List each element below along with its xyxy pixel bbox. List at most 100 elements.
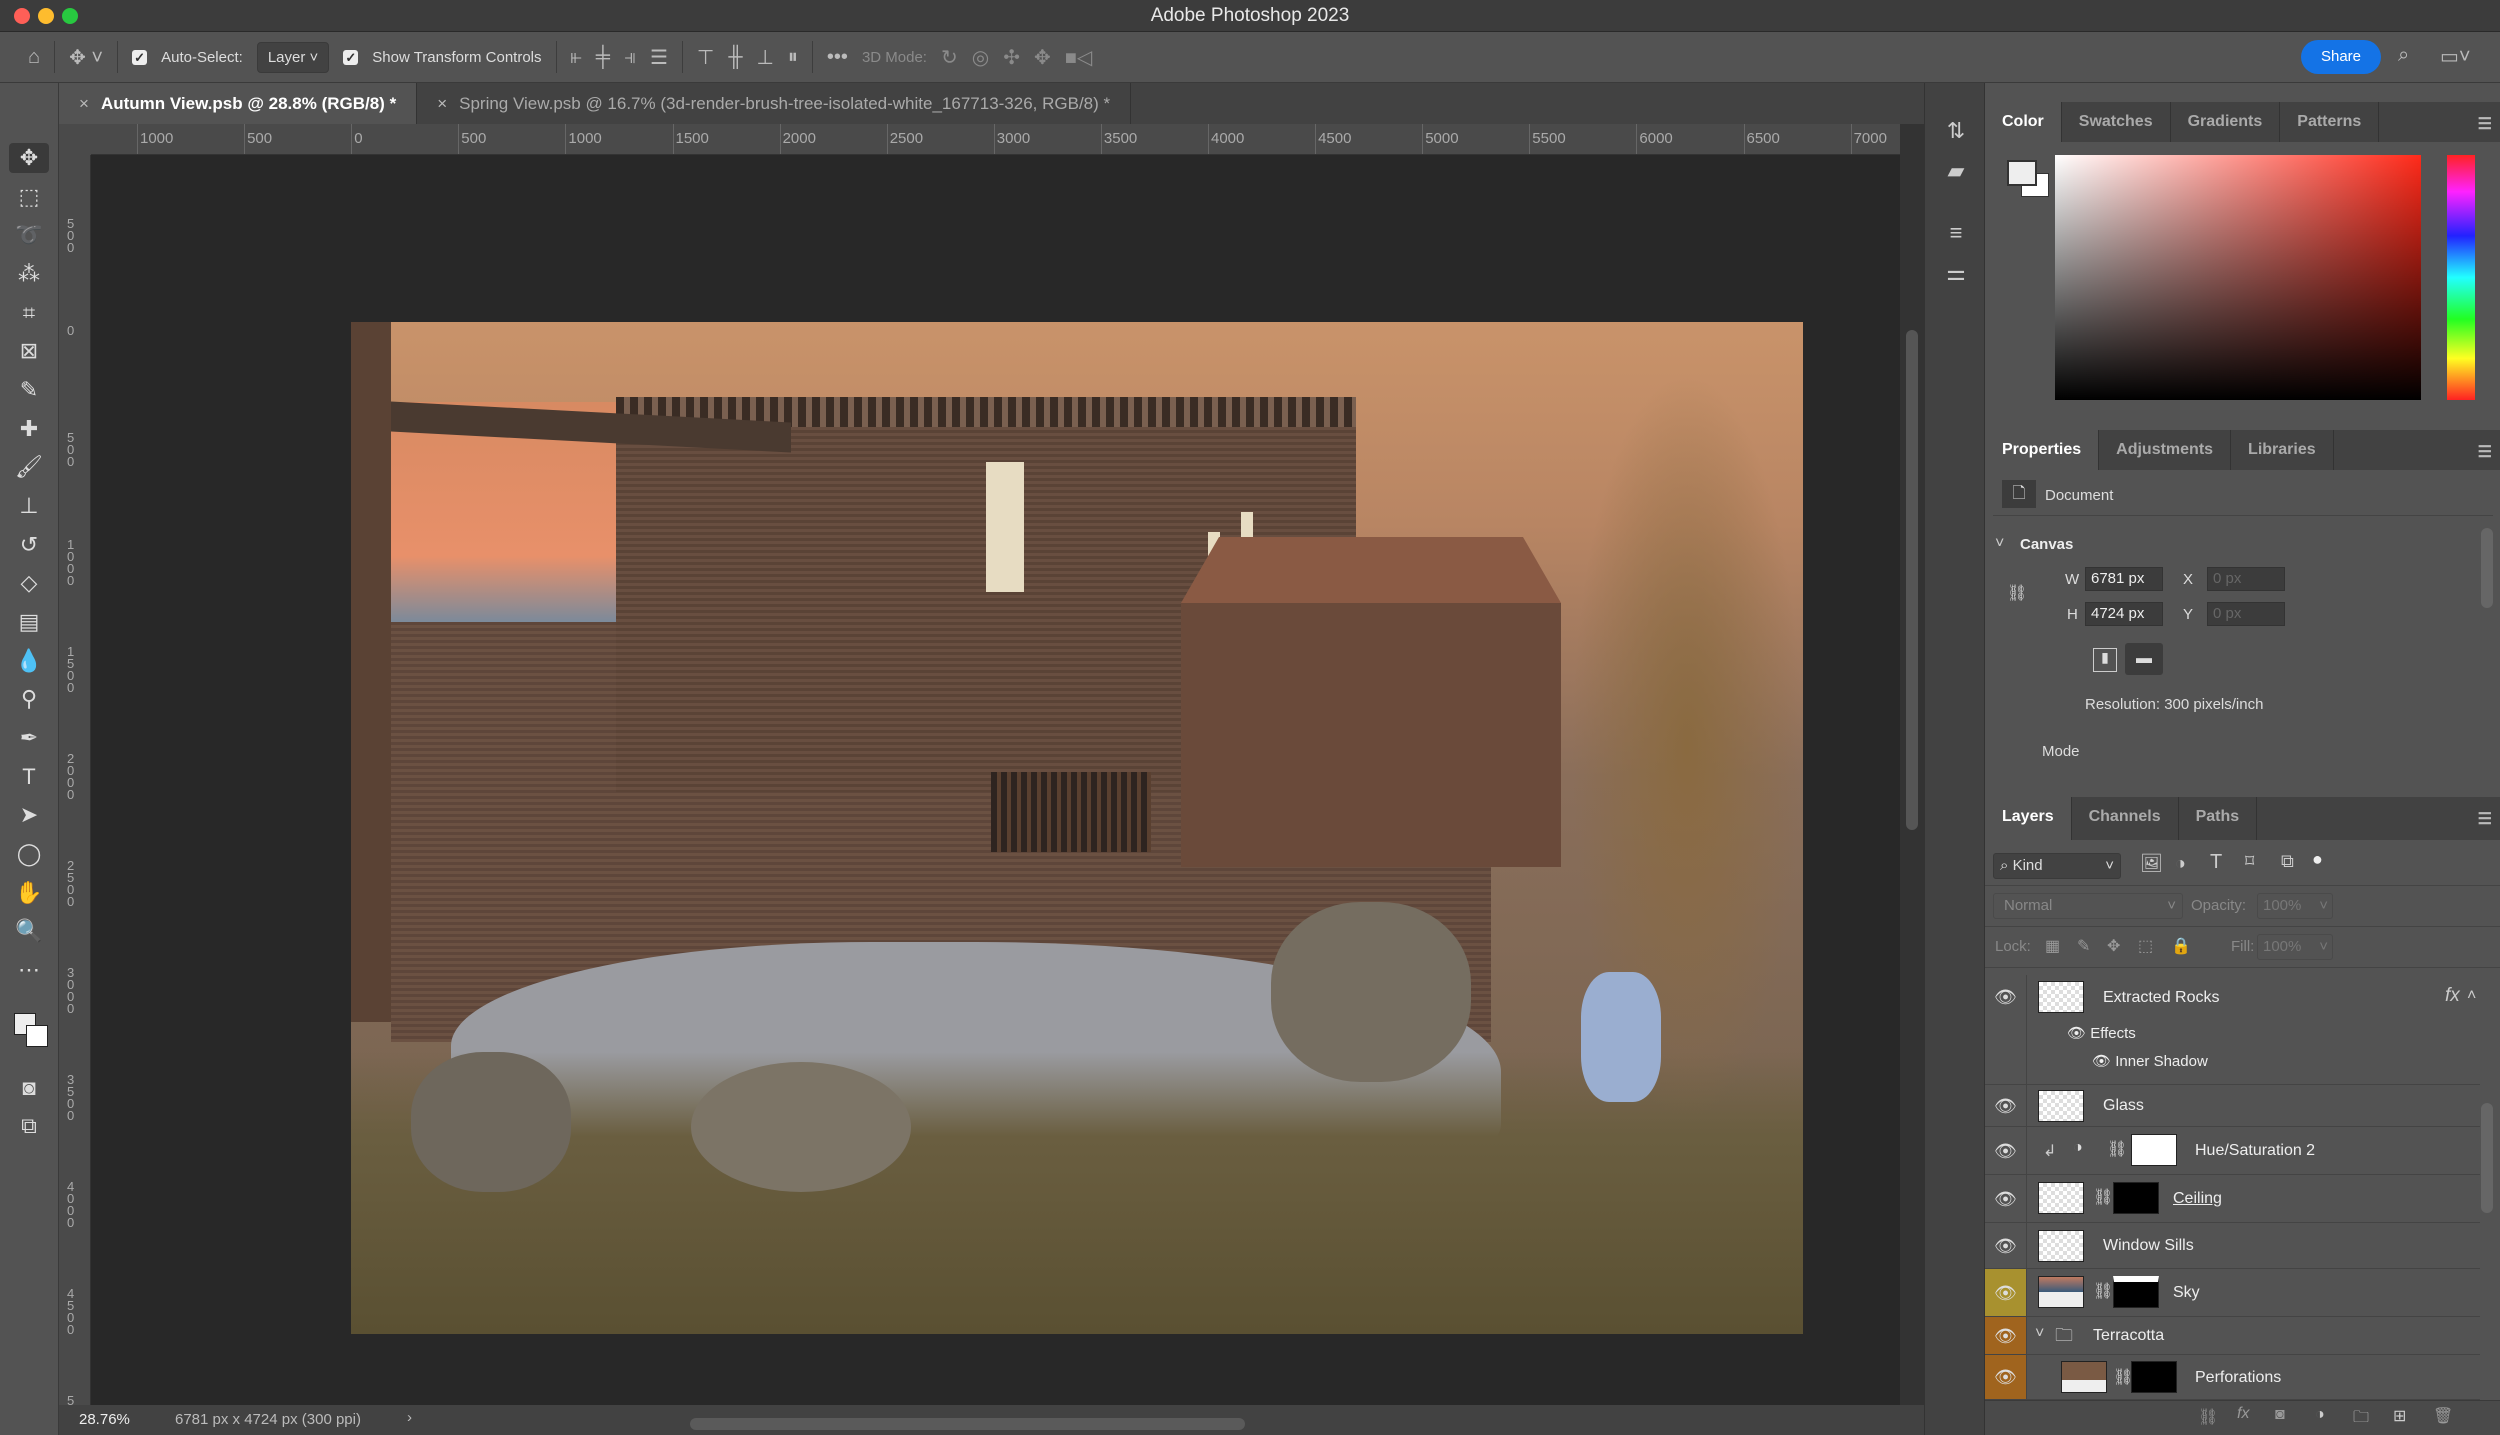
move-tool-icon[interactable]: ✥ ˅	[69, 45, 103, 70]
auto-select-dropdown[interactable]: Layer ˅	[256, 41, 330, 73]
filter-smart-object-icon[interactable]: ⧉	[2281, 851, 2294, 872]
background-color-swatch[interactable]	[26, 1025, 48, 1047]
x-field[interactable]: 0 px	[2207, 567, 2285, 591]
tab-gradients[interactable]: Gradients	[2171, 102, 2281, 142]
effects-row[interactable]: 👁 Effects	[2067, 1024, 2136, 1042]
close-window-button[interactable]	[14, 8, 30, 24]
lock-all-icon[interactable]: 🔒	[2171, 936, 2191, 956]
minimize-window-button[interactable]	[38, 8, 54, 24]
lock-transparency-icon[interactable]: ▦	[2045, 936, 2060, 956]
filter-adjustment-icon[interactable]: ◑	[2175, 853, 2186, 874]
visibility-eye-icon[interactable]: 👁	[1985, 1223, 2027, 1268]
collapse-effects-icon[interactable]: ˄	[2467, 987, 2476, 1005]
share-button[interactable]: Share	[2301, 40, 2381, 74]
layers-scrollbar[interactable]	[2481, 1103, 2493, 1213]
healing-brush-icon[interactable]: ✚	[14, 414, 44, 444]
tab-channels[interactable]: Channels	[2072, 797, 2179, 840]
fx-icon[interactable]: fx	[2445, 985, 2460, 1007]
filter-shape-icon[interactable]: ⌑	[2245, 851, 2254, 872]
visibility-eye-icon[interactable]: 👁	[1985, 1317, 2027, 1354]
zoom-tool-icon[interactable]: 🔍	[14, 916, 44, 946]
3d-pan-icon[interactable]: ✣	[1003, 45, 1020, 70]
color-field[interactable]	[2055, 155, 2421, 400]
stamp-tool-icon[interactable]: ⊥	[14, 491, 44, 521]
layer-ceiling[interactable]: 👁 ⛓ Ceiling	[1985, 1175, 2480, 1223]
new-group-icon[interactable]: 🗀	[2353, 1406, 2369, 1433]
lock-pixels-icon[interactable]: ✎	[2077, 936, 2090, 956]
horizontal-scroll-thumb[interactable]	[690, 1418, 1245, 1430]
panel-menu-icon[interactable]: ☰	[2478, 442, 2492, 462]
inner-shadow-effect[interactable]: 👁 Inner Shadow	[2092, 1052, 2208, 1070]
maximize-window-button[interactable]	[62, 8, 78, 24]
tab-spring-view[interactable]: × Spring View.psb @ 16.7% (3d-render-brus…	[417, 83, 1132, 124]
marquee-tool-icon[interactable]: ⬚	[14, 182, 44, 212]
home-icon[interactable]: ⌂	[28, 46, 40, 69]
align-right-icon[interactable]: ⫣	[624, 46, 636, 69]
layer-group-terracotta[interactable]: 👁 ˅ 🗀 Terracotta	[1985, 1317, 2480, 1355]
tab-autumn-view[interactable]: × Autumn View.psb @ 28.8% (RGB/8) *	[59, 83, 418, 124]
layer-hue-saturation-2[interactable]: 👁 ↲ ◑ ⛓ Hue/Saturation 2	[1985, 1127, 2480, 1175]
hand-tool-icon[interactable]: ✋	[14, 878, 44, 908]
adjust-icon[interactable]: ⚌	[1941, 260, 1971, 290]
add-mask-icon[interactable]: ◙	[2275, 1406, 2285, 1424]
search-icon[interactable]: ⌕	[2398, 44, 2409, 67]
brush-tool-icon[interactable]: 🖌	[14, 452, 44, 482]
panel-menu-icon[interactable]: ☰	[2478, 809, 2492, 829]
visibility-eye-icon[interactable]: 👁	[1985, 1127, 2027, 1174]
tab-patterns[interactable]: Patterns	[2280, 102, 2380, 142]
filter-type-icon[interactable]: T	[2210, 851, 2222, 874]
layer-extracted-rocks[interactable]: 👁 Extracted Rocks fx ˄ 👁 Effects 👁 Inner…	[1985, 975, 2480, 1085]
chevron-down-icon[interactable]: ˅	[1995, 535, 2004, 553]
3d-camera-icon[interactable]: ■◁	[1065, 45, 1092, 70]
foreground-color-swatch[interactable]	[2007, 160, 2037, 186]
close-tab-icon[interactable]: ×	[79, 94, 89, 113]
comments-icon[interactable]: ▰	[1941, 158, 1971, 188]
eyedropper-icon[interactable]: ✎	[14, 375, 44, 405]
auto-select-checkbox[interactable]: ✓	[132, 49, 148, 65]
type-tool-icon[interactable]: T	[14, 762, 44, 792]
3d-rotate-icon[interactable]: ↻	[941, 45, 958, 70]
show-transform-checkbox[interactable]: ✓	[343, 49, 359, 65]
dodge-tool-icon[interactable]: ⚲	[14, 684, 44, 714]
layer-window-sills[interactable]: 👁 Window Sills	[1985, 1223, 2480, 1269]
align-middle-icon[interactable]: ╫	[728, 46, 742, 69]
new-layer-icon[interactable]: ⊞	[2393, 1406, 2406, 1426]
distribute-vertical-icon[interactable]: ⏸	[788, 46, 798, 69]
align-bottom-icon[interactable]: ⊥	[757, 45, 774, 70]
tab-libraries[interactable]: Libraries	[2231, 430, 2334, 470]
tab-properties[interactable]: Properties	[1985, 430, 2100, 470]
history-brush-icon[interactable]: ↺	[14, 530, 44, 560]
visibility-eye-icon[interactable]: 👁	[1985, 1175, 2027, 1222]
vertical-scroll-thumb[interactable]	[1906, 330, 1918, 830]
visibility-eye-icon[interactable]: 👁	[1985, 1355, 2027, 1399]
mask-link-icon[interactable]: ⛓	[2093, 1281, 2113, 1301]
move-tool-icon[interactable]: ✥	[9, 143, 49, 173]
filter-toggle-icon[interactable]: ●	[2312, 849, 2323, 870]
link-layers-icon[interactable]: ⛓	[2198, 1407, 2218, 1427]
visibility-eye-icon[interactable]: 👁	[1985, 1085, 2027, 1126]
history-icon[interactable]: ⇅	[1941, 118, 1971, 148]
layer-glass[interactable]: 👁 Glass	[1985, 1085, 2480, 1127]
quick-mask-icon[interactable]: ◙	[14, 1073, 44, 1103]
align-center-icon[interactable]: ╪	[596, 46, 610, 69]
align-left-icon[interactable]: ⫦	[571, 46, 582, 69]
eraser-icon[interactable]: ◇	[14, 568, 44, 598]
lasso-tool-icon[interactable]: ➰	[14, 220, 44, 250]
layer-filter-dropdown[interactable]: ⌕ Kind ˅	[1993, 853, 2121, 879]
layer-perforations[interactable]: 👁 ⛓ Perforations	[1985, 1355, 2480, 1400]
document-image[interactable]	[351, 322, 1803, 1334]
layer-sky[interactable]: 👁 ⛓ Sky	[1985, 1269, 2480, 1317]
mask-link-icon[interactable]: ⛓	[2107, 1139, 2127, 1159]
opacity-field[interactable]: 100% ˅	[2257, 893, 2333, 919]
y-field[interactable]: 0 px	[2207, 602, 2285, 626]
workspace-icon[interactable]: ▭˅	[2440, 44, 2471, 69]
ellipse-tool-icon[interactable]: ◯	[14, 839, 44, 869]
new-adjustment-icon[interactable]: ◑	[2315, 1406, 2325, 1424]
blend-mode-dropdown[interactable]: Normal ˅	[1993, 893, 2183, 919]
pen-tool-icon[interactable]: ✒	[14, 723, 44, 753]
screen-mode-icon[interactable]: ⧉	[14, 1111, 44, 1141]
height-field[interactable]: 4724 px	[2085, 602, 2163, 626]
chevron-down-icon[interactable]: ˅	[2035, 1325, 2044, 1343]
3d-slide-icon[interactable]: ✥	[1034, 45, 1051, 70]
blur-tool-icon[interactable]: 💧	[14, 646, 44, 676]
